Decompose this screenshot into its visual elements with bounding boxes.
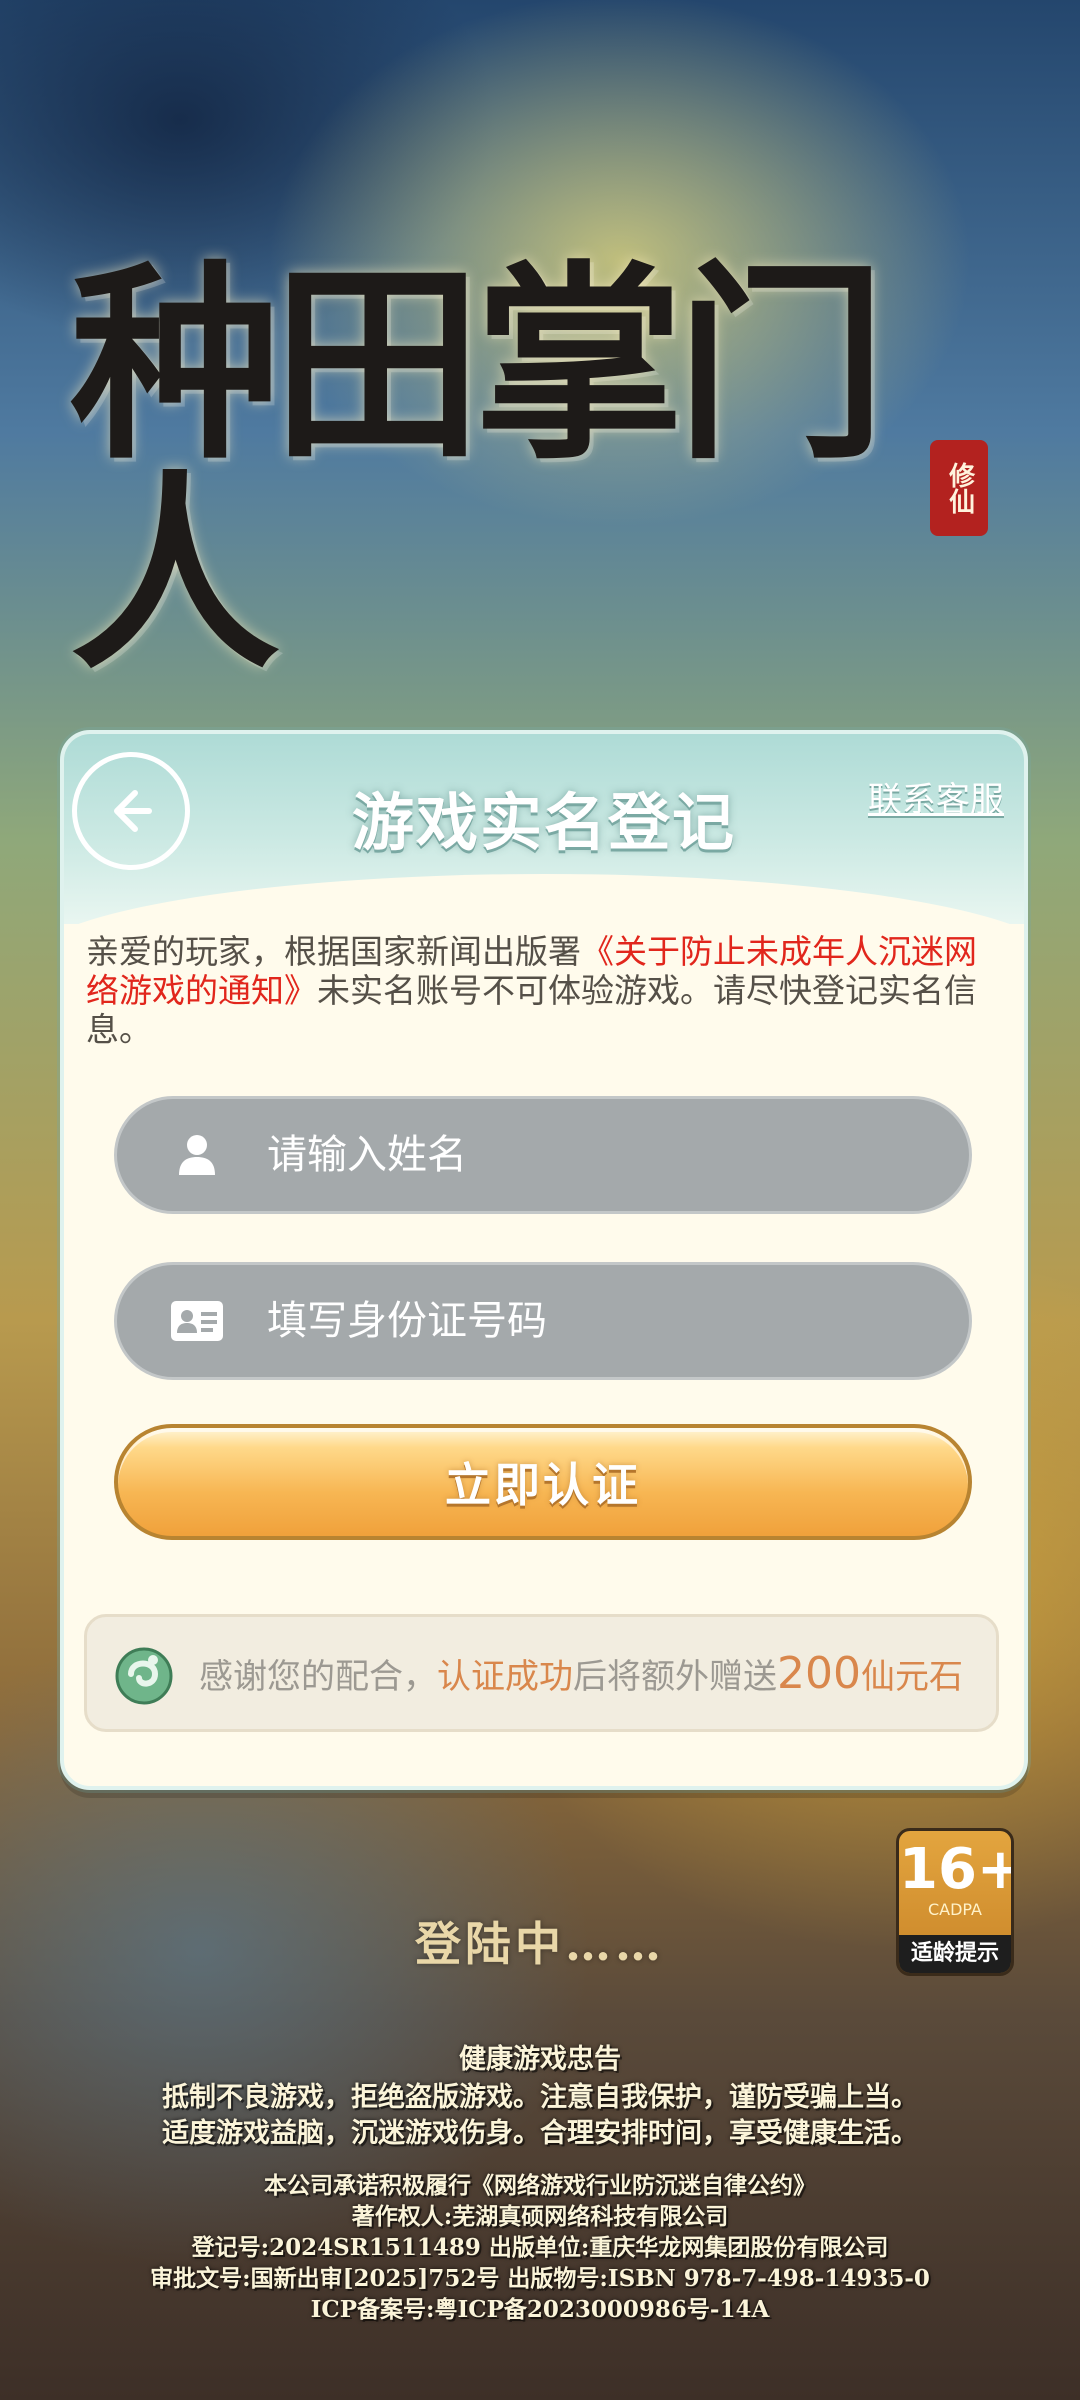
id-card-icon <box>147 1265 247 1377</box>
reward-notice: 感谢您的配合，认证成功后将额外赠送200仙元石 <box>84 1614 999 1732</box>
age-rating-number: 16+ <box>899 1837 1014 1902</box>
game-logo: 种田掌门人 修仙 <box>70 260 988 680</box>
reward-text: 感谢您的配合，认证成功后将额外赠送200仙元石 <box>199 1648 963 1699</box>
reward-unit: 仙元石 <box>860 1656 963 1697</box>
legal-info-line: 登记号:2024SR1511489 出版单位:重庆华龙网集团股份有限公司 <box>191 2234 889 2261</box>
reward-middle: 后将额外赠送 <box>573 1656 777 1697</box>
name-field[interactable] <box>114 1096 972 1214</box>
user-icon <box>147 1099 247 1211</box>
logo-seal-text: 修仙 <box>944 462 975 514</box>
reward-prefix: 感谢您的配合， <box>199 1656 437 1697</box>
health-advice-line: 抵制不良游戏，拒绝盗版游戏。注意自我保护，谨防受骗上当。 <box>162 2082 918 2113</box>
health-advice-line: 适度游戏益脑，沉迷游戏伤身。合理安排时间，享受健康生活。 <box>162 2118 918 2149</box>
jade-dragon-icon <box>115 1647 173 1705</box>
legal-info-line: ICP备案号:粤ICP备2023000986号-14A <box>310 2296 770 2323</box>
anti-addiction-notice: 亲爱的玩家，根据国家新闻出版署《关于防止未成年人沉迷网络游戏的通知》未实名账号不… <box>86 932 1006 1049</box>
footer-notice: 健康游戏忠告 抵制不良游戏，拒绝盗版游戏。注意自我保护，谨防受骗上当。 适度游戏… <box>0 2040 1080 2325</box>
logo-seal: 修仙 <box>930 440 988 536</box>
notice-text: 亲爱的玩家，根据国家新闻出版署 <box>86 932 581 971</box>
legal-info-line: 审批文号:国新出审[2025]752号 出版物号:ISBN 978-7-498-… <box>150 2265 930 2292</box>
legal-info-line: 著作权人:芜湖真硕网络科技有限公司 <box>351 2203 729 2230</box>
name-input[interactable] <box>247 1098 969 1212</box>
age-rating-badge[interactable]: 16+ CADPA 适龄提示 <box>896 1828 1014 1976</box>
legal-info-line: 本公司承诺积极履行《网络游戏行业防沉迷自律公约》 <box>264 2172 816 2199</box>
real-name-dialog: 游戏实名登记 联系客服 亲爱的玩家，根据国家新闻出版署《关于防止未成年人沉迷网络… <box>60 730 1028 1790</box>
id-number-field[interactable] <box>114 1262 972 1380</box>
age-rating-tip: 适龄提示 <box>899 1935 1011 1973</box>
verify-now-label: 立即认证 <box>445 1458 641 1512</box>
id-number-input[interactable] <box>247 1264 969 1378</box>
age-rating-org: CADPA <box>927 1900 982 1919</box>
verify-now-button[interactable]: 立即认证 <box>114 1424 972 1540</box>
reward-highlight: 认证成功 <box>437 1656 573 1697</box>
contact-service-link[interactable]: 联系客服 <box>868 772 1004 821</box>
health-advice-title: 健康游戏忠告 <box>459 2044 621 2075</box>
reward-amount: 200 <box>777 1647 861 1699</box>
game-logo-text: 种田掌门人 <box>70 241 886 698</box>
